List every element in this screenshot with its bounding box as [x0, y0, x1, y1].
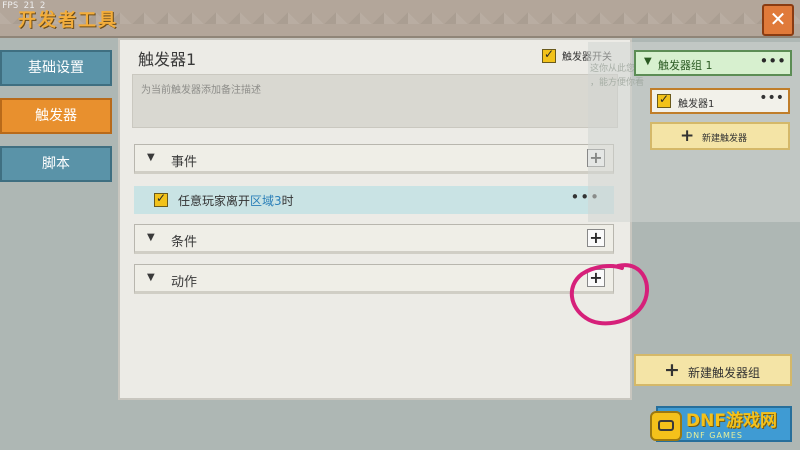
- chevron-down-icon[interactable]: ▼: [644, 56, 652, 67]
- new-trigger-label: 新建触发器: [702, 134, 748, 144]
- sidebar-item-label: 基础设置: [28, 60, 84, 76]
- section-conditions-label: 条件: [171, 235, 198, 250]
- watermark-main: DNF游戏网: [686, 410, 777, 431]
- sidebar-item-label: 触发器: [35, 108, 77, 124]
- new-trigger-button[interactable]: + 新建触发器: [650, 122, 790, 150]
- region-link[interactable]: 区域3: [250, 194, 282, 208]
- watermark-sub: DNF GAMES: [686, 430, 743, 440]
- trigger-list-item-label: 触发器1: [678, 99, 715, 110]
- section-events[interactable]: ▼ 事件 +: [134, 144, 614, 174]
- sidebar-item-scripts[interactable]: 脚本: [0, 146, 112, 182]
- new-trigger-group-label: 新建触发器组: [688, 366, 761, 380]
- event-text-after: 时: [281, 194, 294, 208]
- watermark-text: DNF游戏网 DNF GAMES: [686, 410, 777, 440]
- watermark: DNF游戏网 DNF GAMES: [650, 408, 796, 444]
- section-conditions[interactable]: ▼ 条件 +: [134, 224, 614, 254]
- close-icon: ✕: [769, 7, 787, 31]
- section-actions-label: 动作: [171, 275, 198, 290]
- title-bar-pattern: [0, 0, 800, 36]
- annotation-circle: [570, 263, 649, 326]
- trigger-switch-checkbox[interactable]: [542, 47, 556, 63]
- trigger-list-item[interactable]: 触发器1 •••: [650, 88, 790, 114]
- add-condition-button[interactable]: +: [587, 229, 605, 247]
- remark-field[interactable]: 为当前触发器添加备注描述: [132, 74, 618, 128]
- collapse-icon[interactable]: ▼: [147, 272, 155, 283]
- event-row[interactable]: 任意玩家离开区域3时 •••: [134, 186, 614, 214]
- trigger-more-button[interactable]: •••: [759, 90, 784, 106]
- sidebar-item-label: 脚本: [42, 156, 70, 172]
- gamepad-icon: [650, 411, 682, 441]
- plus-icon: +: [589, 228, 603, 247]
- trigger-group-header[interactable]: ▼ 触发器组 1 •••: [634, 50, 792, 76]
- window-title: 开发者工具: [18, 10, 118, 31]
- plus-icon: +: [680, 126, 695, 146]
- section-events-label: 事件: [171, 155, 198, 170]
- section-actions[interactable]: ▼ 动作 +: [134, 264, 614, 294]
- sidebar-nav: 基础设置 触发器 脚本: [0, 50, 112, 194]
- sidebar-item-triggers[interactable]: 触发器: [0, 98, 112, 134]
- trigger-enabled-checkbox[interactable]: [657, 92, 671, 108]
- remark-placeholder: 为当前触发器添加备注描述: [141, 85, 261, 96]
- sidebar-item-basic-settings[interactable]: 基础设置: [0, 50, 112, 86]
- trigger-editor-panel: 触发器1 触发器开关 为当前触发器添加备注描述 ▼ 事件 + 任意玩家离开区域3…: [118, 38, 632, 400]
- event-text-before: 任意玩家离开: [178, 194, 251, 208]
- close-button[interactable]: ✕: [762, 4, 794, 36]
- event-description: 任意玩家离开区域3时: [178, 192, 294, 209]
- new-trigger-group-button[interactable]: + 新建触发器组: [634, 354, 792, 386]
- event-enabled-checkbox[interactable]: [154, 191, 168, 207]
- trigger-group-label: 触发器组 1: [658, 59, 713, 72]
- title-bar: FPS 21 2 开发者工具 ✕: [0, 0, 800, 38]
- collapse-icon[interactable]: ▼: [147, 232, 155, 243]
- group-more-button[interactable]: •••: [759, 52, 786, 70]
- trigger-title: 触发器1: [138, 50, 197, 69]
- collapse-icon[interactable]: ▼: [147, 152, 155, 163]
- plus-icon: +: [664, 359, 680, 381]
